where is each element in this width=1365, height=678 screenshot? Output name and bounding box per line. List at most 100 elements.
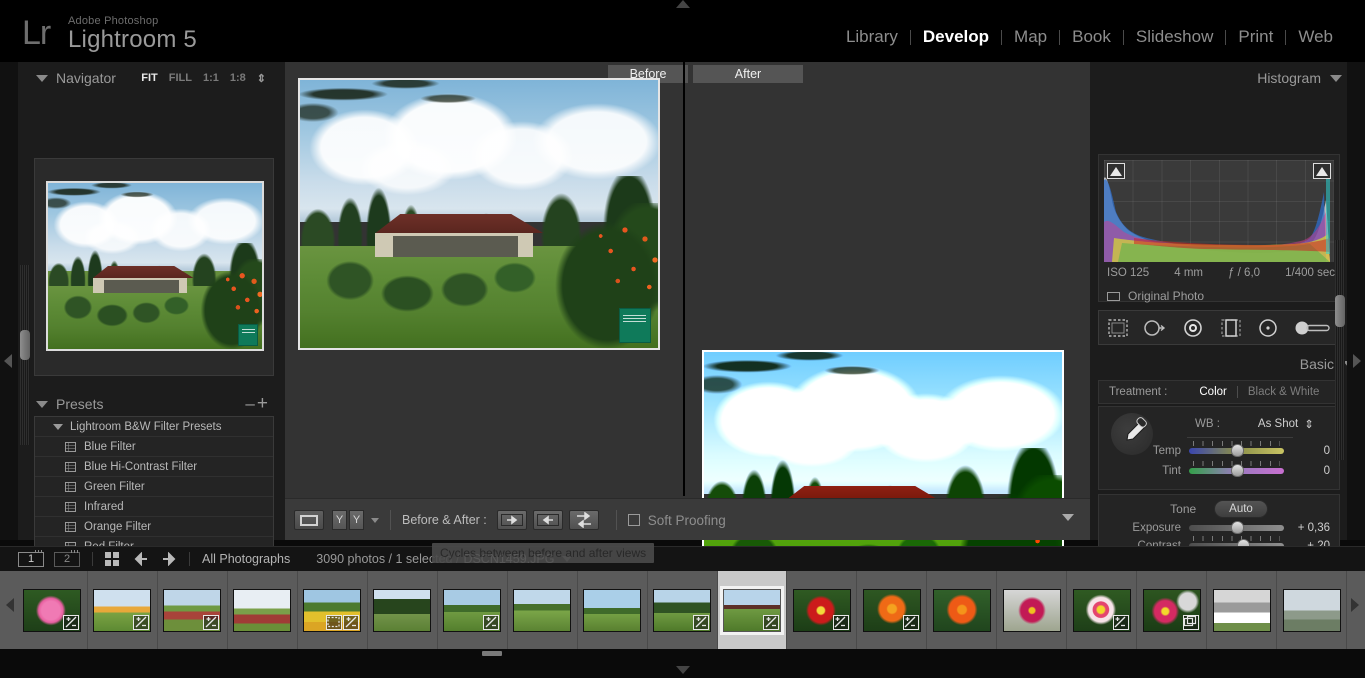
adjustment-brush-icon[interactable] bbox=[1293, 316, 1333, 340]
zoom-fit[interactable]: FIT bbox=[141, 72, 158, 84]
filmstrip-thumbnail[interactable] bbox=[578, 571, 648, 649]
module-web[interactable]: Web bbox=[1286, 27, 1345, 47]
filmstrip-thumbnail[interactable] bbox=[1137, 571, 1208, 649]
before-after-view-button[interactable]: Y Y bbox=[332, 510, 364, 530]
filmstrip-next-icon[interactable] bbox=[1351, 598, 1359, 612]
thumbnail-image[interactable] bbox=[1282, 588, 1341, 632]
spot-removal-icon[interactable] bbox=[1142, 316, 1168, 340]
thumbnail-image[interactable] bbox=[303, 588, 362, 632]
temp-slider[interactable] bbox=[1189, 441, 1284, 457]
preset-group-row[interactable]: Lightroom B&W Filter Presets bbox=[35, 417, 273, 437]
highlight-clipping-indicator[interactable] bbox=[1313, 163, 1331, 179]
preset-item-blue-filter[interactable]: Blue Filter bbox=[35, 437, 273, 457]
filmstrip-track[interactable] bbox=[18, 571, 1348, 649]
filmstrip-thumbnail[interactable] bbox=[88, 571, 158, 649]
right-panel-scroll-thumb[interactable] bbox=[1335, 295, 1345, 327]
preset-item-blue-hi-contrast-filter[interactable]: Blue Hi-Contrast Filter bbox=[35, 457, 273, 477]
wb-value[interactable]: As Shot bbox=[1258, 418, 1298, 430]
swap-before-after-button[interactable] bbox=[568, 510, 599, 530]
preset-item-green-filter[interactable]: Green Filter bbox=[35, 477, 273, 497]
filmstrip-thumbnail[interactable] bbox=[158, 571, 228, 649]
go-forward-icon[interactable] bbox=[161, 552, 177, 566]
loupe-view-icon[interactable] bbox=[294, 510, 324, 530]
module-book[interactable]: Book bbox=[1060, 27, 1123, 47]
auto-tone-button[interactable]: Auto bbox=[1214, 500, 1268, 518]
thumbnail-image[interactable] bbox=[23, 588, 82, 632]
bottom-panel-toggle[interactable] bbox=[676, 666, 690, 674]
screen-1-button[interactable]: 1 bbox=[18, 549, 44, 567]
filmstrip-thumbnail[interactable] bbox=[927, 571, 998, 649]
filmstrip-thumbnail[interactable] bbox=[228, 571, 298, 649]
hide-left-panel-icon[interactable] bbox=[4, 354, 12, 368]
filmstrip-prev-icon[interactable] bbox=[6, 598, 14, 612]
filmstrip-thumbnail[interactable] bbox=[997, 571, 1068, 649]
treatment-bw-option[interactable]: Black & White bbox=[1248, 386, 1320, 398]
navigator-header[interactable]: Navigator FIT FILL 1:1 1:8 ⇕ bbox=[26, 66, 276, 90]
crop-overlay-icon[interactable] bbox=[1105, 316, 1131, 340]
tint-slider[interactable] bbox=[1189, 461, 1284, 477]
collapse-triangle-icon[interactable] bbox=[53, 423, 63, 430]
filmstrip-thumbnail[interactable] bbox=[438, 571, 508, 649]
tint-slider-knob[interactable] bbox=[1230, 464, 1244, 477]
top-panel-toggle[interactable] bbox=[676, 0, 690, 8]
preset-item-orange-filter[interactable]: Orange Filter bbox=[35, 517, 273, 537]
exposure-slider-knob[interactable] bbox=[1231, 521, 1245, 534]
hide-right-panel-icon[interactable] bbox=[1353, 354, 1361, 368]
copy-before-settings-button[interactable] bbox=[496, 510, 527, 530]
histogram-header[interactable]: Histogram bbox=[1090, 66, 1352, 90]
add-preset-icon[interactable]: + bbox=[257, 393, 276, 415]
filmstrip-resize-grip[interactable] bbox=[482, 651, 502, 656]
filmstrip-thumbnail[interactable] bbox=[787, 571, 858, 649]
thumbnail-image[interactable] bbox=[792, 588, 851, 632]
thumbnail-image[interactable] bbox=[1142, 588, 1201, 632]
collapse-triangle-icon[interactable] bbox=[1330, 74, 1342, 82]
preset-item-infrared[interactable]: Infrared bbox=[35, 497, 273, 517]
thumbnail-image[interactable] bbox=[1212, 588, 1271, 632]
copy-after-settings-button[interactable] bbox=[532, 510, 563, 530]
right-panel-scrollbar[interactable] bbox=[1335, 240, 1345, 460]
graduated-filter-icon[interactable] bbox=[1218, 316, 1244, 340]
thumbnail-image[interactable] bbox=[653, 588, 712, 632]
grid-view-icon[interactable] bbox=[105, 552, 119, 566]
treatment-color-option[interactable]: Color bbox=[1199, 386, 1226, 398]
filmstrip-thumbnail[interactable] bbox=[298, 571, 368, 649]
remove-preset-icon[interactable]: – bbox=[245, 394, 256, 414]
thumbnail-image[interactable] bbox=[93, 588, 152, 632]
radial-filter-icon[interactable] bbox=[1255, 316, 1281, 340]
source-label[interactable]: All Photographs bbox=[202, 552, 290, 566]
zoom-fill[interactable]: FILL bbox=[169, 72, 192, 84]
thumbnail-image[interactable] bbox=[163, 588, 222, 632]
chevron-down-icon[interactable] bbox=[371, 517, 379, 523]
module-develop[interactable]: Develop bbox=[911, 27, 1001, 47]
collapse-triangle-icon[interactable] bbox=[36, 400, 48, 408]
original-photo-row[interactable]: Original Photo bbox=[1107, 289, 1204, 303]
up-down-arrows-icon[interactable]: ⇕ bbox=[1304, 417, 1314, 431]
thumbnail-image[interactable] bbox=[443, 588, 502, 632]
basic-panel-header[interactable]: Basic bbox=[1090, 352, 1365, 376]
thumbnail-image[interactable] bbox=[1072, 588, 1131, 632]
zoom-1-1[interactable]: 1:1 bbox=[203, 72, 219, 84]
exposure-slider[interactable] bbox=[1189, 521, 1284, 534]
thumbnail-image[interactable] bbox=[233, 588, 292, 632]
navigator-preview[interactable] bbox=[46, 181, 264, 351]
thumbnail-image[interactable] bbox=[1002, 588, 1061, 632]
thumbnail-image[interactable] bbox=[862, 588, 921, 632]
filmstrip-thumbnail[interactable] bbox=[1277, 571, 1348, 649]
screen-2-button[interactable]: 2 bbox=[54, 549, 80, 567]
zoom-1-8[interactable]: 1:8 bbox=[230, 72, 246, 84]
left-panel-scroll-thumb[interactable] bbox=[20, 330, 30, 360]
up-down-arrows-icon[interactable]: ⇕ bbox=[257, 72, 266, 85]
module-library[interactable]: Library bbox=[834, 27, 910, 47]
filmstrip-thumbnail[interactable] bbox=[857, 571, 928, 649]
filmstrip-thumbnail[interactable] bbox=[368, 571, 438, 649]
filmstrip-thumbnail[interactable] bbox=[648, 571, 718, 649]
collapse-triangle-icon[interactable] bbox=[36, 74, 48, 82]
thumbnail-image[interactable] bbox=[932, 588, 991, 632]
go-back-icon[interactable] bbox=[133, 552, 149, 566]
before-image[interactable] bbox=[298, 78, 660, 350]
chevron-down-icon[interactable] bbox=[1062, 514, 1074, 521]
thumbnail-image[interactable] bbox=[583, 588, 642, 632]
module-slideshow[interactable]: Slideshow bbox=[1124, 27, 1226, 47]
histogram-plot[interactable] bbox=[1104, 160, 1334, 262]
filmstrip-thumbnail[interactable] bbox=[508, 571, 578, 649]
